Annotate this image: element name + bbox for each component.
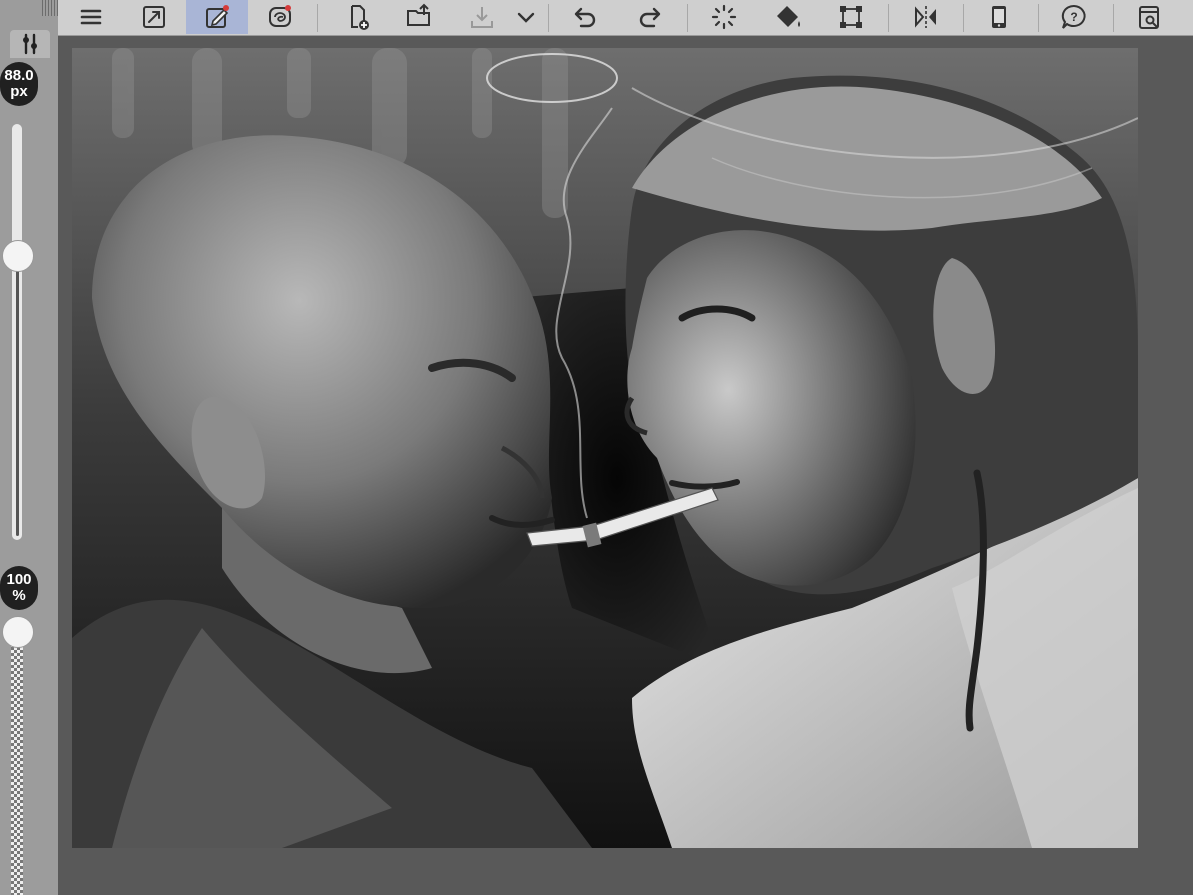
new-file-icon [351, 5, 369, 30]
panel-grip-handle[interactable] [42, 0, 58, 16]
undo-icon [574, 7, 596, 28]
layer-effect-button[interactable] [257, 0, 303, 34]
top-toolbar: ? [58, 0, 1193, 36]
loading-spinner-icon [711, 4, 737, 30]
fill-bucket-icon [777, 6, 800, 27]
expand-canvas-button[interactable] [131, 0, 177, 34]
edit-pen-icon [206, 5, 229, 28]
help-button[interactable]: ? [1051, 0, 1097, 34]
menu-button[interactable] [68, 0, 114, 34]
brush-settings-button[interactable] [10, 30, 50, 58]
svg-text:?: ? [1070, 10, 1077, 24]
brush-opacity-slider-knob[interactable] [2, 616, 34, 648]
help-icon: ? [1061, 4, 1086, 29]
edit-tool-button[interactable] [186, 0, 248, 34]
transform-select-icon [840, 6, 862, 28]
open-file-button[interactable] [396, 0, 442, 34]
swirl-layer-icon [269, 5, 291, 27]
chevron-down-icon [517, 12, 535, 23]
undo-button[interactable] [563, 0, 609, 34]
save-icon [471, 7, 493, 28]
brush-opacity-slider[interactable] [11, 632, 23, 895]
redo-icon [639, 7, 661, 28]
brush-size-value: 88.0 [4, 67, 34, 84]
artwork-canvas[interactable] [72, 48, 1138, 848]
brush-size-readout: 88.0 px [0, 62, 38, 106]
flip-horizontal-icon [915, 6, 936, 28]
menu-icon [80, 9, 102, 25]
brush-opacity-readout: 100 % [0, 566, 38, 610]
brush-size-unit: px [10, 83, 28, 100]
flip-button[interactable] [903, 0, 949, 34]
expand-icon [143, 6, 165, 28]
fill-button[interactable] [765, 0, 811, 34]
open-folder-icon [407, 3, 430, 26]
redo-button[interactable] [626, 0, 672, 34]
brush-size-slider[interactable] [12, 124, 22, 540]
transform-button[interactable] [828, 0, 874, 34]
canvas-settings-button[interactable] [1126, 0, 1172, 34]
brush-opacity-value: 100 [6, 571, 32, 588]
settings-document-icon [1139, 6, 1159, 29]
new-file-button[interactable] [336, 0, 382, 34]
save-options-dropdown[interactable] [506, 0, 546, 34]
brush-panel: 88.0 px 100 % [0, 0, 58, 895]
sliders-icon [23, 33, 37, 55]
save-button[interactable] [459, 0, 505, 34]
brush-opacity-unit: % [12, 587, 26, 604]
smartphone-button[interactable] [976, 0, 1022, 34]
liquify-button[interactable] [701, 0, 747, 34]
smartphone-icon [992, 6, 1006, 28]
brush-size-slider-knob[interactable] [2, 240, 34, 272]
